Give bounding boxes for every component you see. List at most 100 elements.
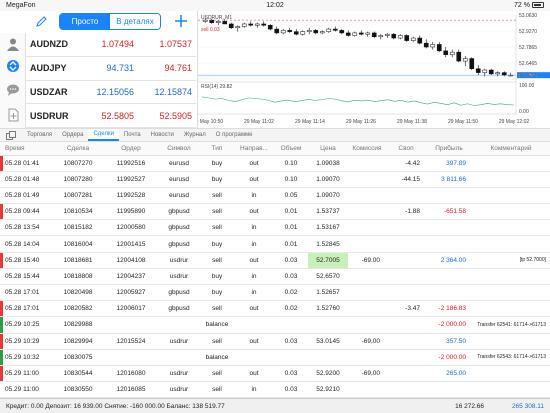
quote-symbol: AUDNZD — [30, 39, 68, 50]
cell-type: sell — [200, 252, 234, 269]
table-row[interactable]: 05.29 10:29 10829994 12015524 usdrur sell out… — [0, 333, 550, 350]
cell-time: 05.28 01:41 — [0, 155, 52, 172]
table-row[interactable]: 05.29 11:00 10830550 12016085 usdrur sell in 0… — [0, 381, 550, 399]
copy-icon[interactable] — [6, 130, 16, 140]
add-icon[interactable] — [174, 14, 188, 28]
tab-4[interactable]: Новости — [146, 129, 179, 141]
cell-symbol: usdrur — [158, 252, 200, 269]
cell-commission — [348, 300, 386, 318]
cell-comment: Transfer 62543: 61714->61713 — [472, 349, 550, 366]
table-row[interactable]: 05.28 01:48 10807280 11992527 eurusd buy out 0… — [0, 171, 550, 188]
pencil-icon[interactable] — [36, 16, 47, 27]
table-row[interactable]: 05.28 17:01 10820498 12005927 gbpusd buy in 0.… — [0, 284, 550, 302]
column-header[interactable]: Символ — [158, 142, 200, 156]
cell-symbol: eurusd — [158, 187, 200, 205]
cell-symbol: gbpusd — [158, 235, 200, 253]
column-header[interactable]: Своп — [386, 142, 426, 156]
candle-body — [261, 23, 267, 26]
table-row[interactable]: 05.28 15:44 10818808 12004237 usdrur buy in 0.… — [0, 268, 550, 286]
cell-profit: 3 811.66 — [426, 171, 472, 188]
column-header[interactable]: Тип — [200, 142, 234, 156]
quote-row[interactable]: USDRUR 52.5805 52.5905 — [26, 104, 196, 128]
table-row[interactable]: 05.28 01:41 10807270 11992516 eurusd buy out 0… — [0, 155, 550, 172]
cell-type: sell — [200, 187, 234, 205]
trade-arrows-icon[interactable] — [6, 59, 20, 73]
cell-symbol: usdrur — [158, 268, 200, 286]
cell-comment: Transfer 62541: 61714->61713 — [472, 316, 550, 334]
quote-row[interactable]: USDZAR 12.15056 12.15874 — [26, 81, 196, 105]
tab-1[interactable]: Ордера — [57, 129, 88, 141]
cell-deal: 10807281 — [52, 187, 104, 205]
column-header[interactable]: Комментарий — [472, 142, 550, 156]
price-tick: 52.7865 — [519, 45, 537, 51]
account-icon[interactable] — [6, 37, 20, 51]
table-row[interactable]: 05.28 09:44 10810534 11995890 gbpusd sell out… — [0, 203, 550, 221]
indicator-label: RSI(14) 29.82 — [201, 84, 232, 90]
column-header[interactable]: Время — [0, 142, 52, 156]
cell-symbol — [158, 349, 200, 366]
cell-comment — [472, 365, 550, 383]
cell-order: 11992527 — [104, 171, 158, 188]
table-row[interactable]: 05.28 01:49 10807281 11992528 eurusd sell in 0… — [0, 187, 550, 205]
table-row[interactable]: 05.28 13:54 10815182 12000580 gbpusd sell in 0… — [0, 219, 550, 237]
time-tick: 29 May 11:50 — [448, 119, 478, 125]
cell-price: 52.6570 — [308, 268, 348, 286]
cell-type: sell — [200, 300, 234, 318]
cell-deal: 10815182 — [52, 219, 104, 237]
tab-5[interactable]: Журнал — [179, 129, 211, 141]
sell-label: sell 0.03 — [201, 27, 220, 33]
cell-order: 11995890 — [104, 203, 158, 221]
column-header[interactable]: Направ... — [234, 142, 274, 156]
quote-row[interactable]: AUDJPY 94.731 94.761 — [26, 57, 196, 81]
carrier-label: MegaFon — [6, 2, 36, 9]
quote-symbol: USDZAR — [30, 86, 68, 97]
cell-type: sell — [200, 219, 234, 237]
table-row[interactable]: 05.28 14:04 10816004 12001415 gbpusd buy in 0.… — [0, 235, 550, 253]
cell-commission: -69.00 — [348, 252, 386, 269]
chat-icon[interactable] — [6, 83, 20, 97]
cell-time: 05.28 14:04 — [0, 235, 52, 253]
tab-2[interactable]: Сделки — [88, 129, 119, 141]
cell-time: 05.29 10:25 — [0, 316, 52, 334]
column-header[interactable]: Комиссия — [348, 142, 386, 156]
cell-direction: in — [234, 235, 274, 253]
cell-type: balance — [200, 349, 234, 366]
cell-order: 12001415 — [104, 235, 158, 253]
simple-mode-button[interactable]: Просто — [60, 14, 110, 29]
quote-row[interactable]: AUDNZD 1.07494 1.07537 — [26, 33, 196, 57]
time-tick: 29 May 11:38 — [397, 119, 427, 125]
column-header[interactable]: Цена — [308, 142, 348, 156]
cell-deal: 10818808 — [52, 268, 104, 286]
column-header[interactable]: Прибыль — [426, 142, 472, 156]
table-row[interactable]: 05.28 15:40 10818681 12004108 usdrur sell out… — [0, 252, 550, 269]
price-tick: 52.5055 — [519, 73, 537, 79]
cell-type: sell — [200, 333, 234, 350]
tab-6[interactable]: О программе — [211, 129, 258, 141]
cell-swap — [386, 219, 426, 237]
cell-profit: 357.50 — [426, 333, 472, 350]
table-row[interactable]: 05.29 10:32 10830075 balance -2 000.00 Trans… — [0, 349, 550, 366]
tab-3[interactable]: Почта — [119, 129, 146, 141]
cell-type: buy — [200, 284, 234, 302]
column-header[interactable]: Ордер — [104, 142, 158, 156]
table-row[interactable]: 05.28 17:01 10820582 12006017 gbpusd sell out… — [0, 300, 550, 318]
price-chart[interactable]: USDRUR, M1 sell 0.03 RSI(14) 29.82 53.0630 5… — [197, 11, 550, 128]
candle-body — [352, 32, 358, 36]
cell-type: balance — [200, 316, 234, 334]
table-row[interactable]: 05.29 11:00 10830544 12016080 usdrur sell out… — [0, 365, 550, 383]
cell-volume: 0.10 — [274, 171, 308, 188]
quote-bid: 94.731 — [106, 63, 134, 74]
candle-body — [495, 72, 501, 75]
new-document-icon[interactable] — [6, 108, 20, 122]
cell-comment — [472, 187, 550, 205]
cell-order: 12016080 — [104, 365, 158, 383]
column-header[interactable]: Объем — [274, 142, 308, 156]
table-row[interactable]: 05.29 10:25 10829988 balance -2 000.00 Trans… — [0, 316, 550, 334]
candle-body — [319, 31, 325, 34]
column-header[interactable]: Сделка — [52, 142, 104, 156]
candle-body — [488, 69, 494, 75]
details-mode-button[interactable]: В деталях — [110, 14, 160, 29]
cell-deal: 10807270 — [52, 155, 104, 172]
tab-0[interactable]: Торговля — [22, 129, 57, 141]
cell-symbol: gbpusd — [158, 300, 200, 318]
